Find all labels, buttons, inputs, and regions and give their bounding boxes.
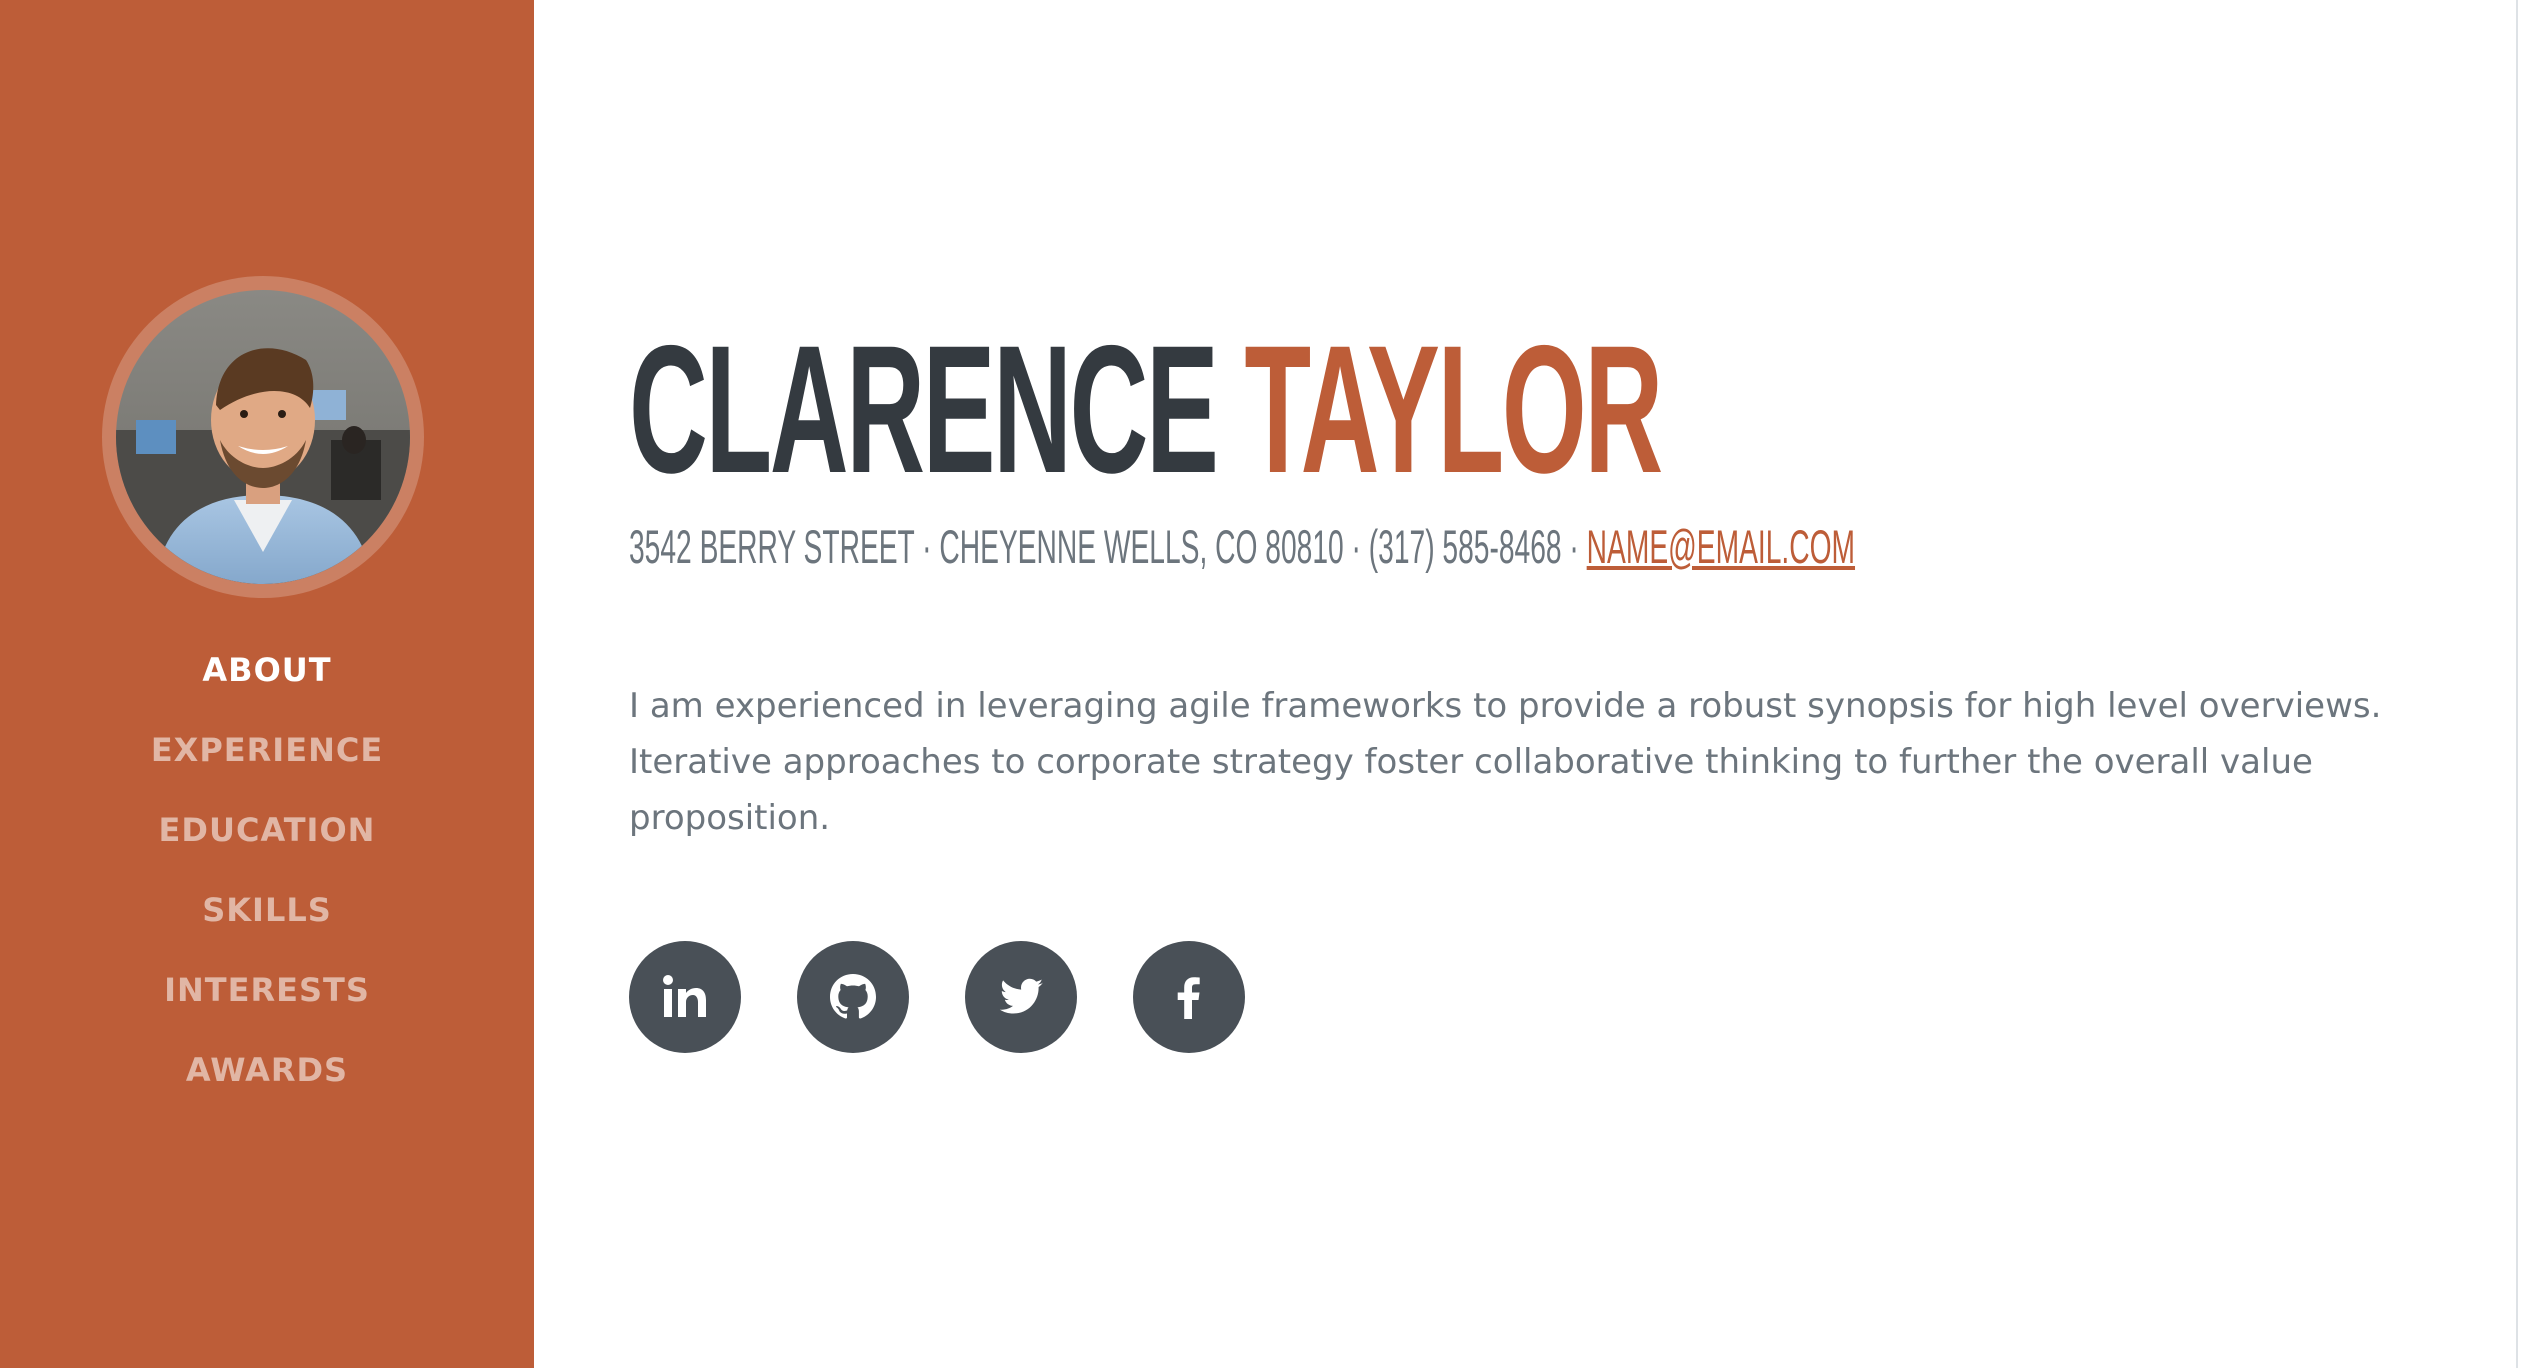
nav-item-experience[interactable]: EXPERIENCE — [0, 720, 534, 800]
nav-item-about[interactable]: ABOUT — [0, 640, 534, 720]
bio-text: I am experienced in leveraging agile fra… — [629, 686, 2382, 838]
nav-item-skills[interactable]: SKILLS — [0, 880, 534, 960]
sidebar-nav: ABOUT EXPERIENCE EDUCATION SKILLS INTERE… — [0, 640, 534, 1120]
scrollbar-edge — [2516, 0, 2518, 1368]
avatar[interactable] — [102, 276, 424, 598]
twitter-icon — [999, 978, 1043, 1014]
nav-item-interests[interactable]: INTERESTS — [0, 960, 534, 1040]
sidebar: ABOUT EXPERIENCE EDUCATION SKILLS INTERE… — [0, 0, 534, 1368]
contact-line: 3542 BERRY STREET · CHEYENNE WELLS, CO 8… — [629, 518, 1855, 576]
about-section: CLARENCE TAYLOR 3542 BERRY STREET · CHEY… — [534, 0, 2522, 1368]
social-icons — [629, 941, 1245, 1053]
facebook-icon — [1177, 977, 1200, 1019]
resume-page: ABOUT EXPERIENCE EDUCATION SKILLS INTERE… — [0, 0, 2522, 1368]
github-button[interactable] — [797, 941, 909, 1053]
last-name: TAYLOR — [1244, 307, 1663, 511]
profile-photo — [116, 290, 410, 584]
first-name: CLARENCE — [629, 307, 1219, 511]
linkedin-button[interactable] — [629, 941, 741, 1053]
github-icon — [830, 974, 876, 1019]
nav-item-education[interactable]: EDUCATION — [0, 800, 534, 880]
facebook-button[interactable] — [1133, 941, 1245, 1053]
contact-address: 3542 BERRY STREET · CHEYENNE WELLS, CO 8… — [629, 520, 1587, 573]
linkedin-icon — [663, 975, 706, 1017]
page-title: CLARENCE TAYLOR — [629, 318, 1663, 500]
twitter-button[interactable] — [965, 941, 1077, 1053]
nav-item-awards[interactable]: AWARDS — [0, 1040, 534, 1120]
email-link[interactable]: NAME@EMAIL.COM — [1587, 520, 1855, 573]
